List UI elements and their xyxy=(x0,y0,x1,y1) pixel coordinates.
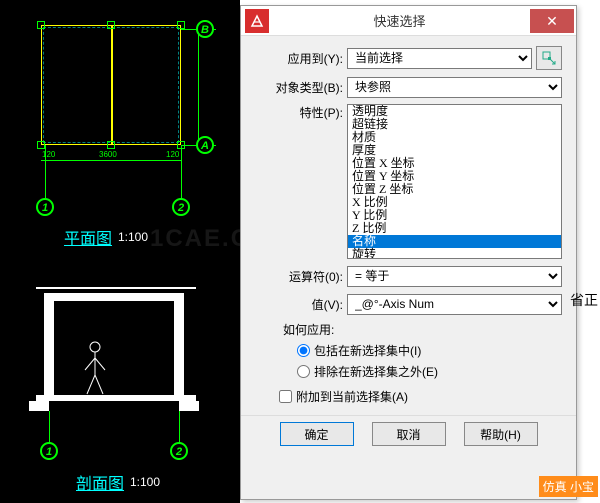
apply-to-select[interactable]: 当前选择 xyxy=(347,48,532,69)
radio-exclude-label: 排除在新选择集之外(E) xyxy=(314,363,438,380)
value-select[interactable]: _@°-Axis Num xyxy=(347,294,562,315)
value-label: 值(V): xyxy=(255,296,347,313)
axis-label-a: A xyxy=(196,136,214,154)
append-checkbox[interactable] xyxy=(279,390,292,403)
cancel-button[interactable]: 取消 xyxy=(372,422,446,446)
app-icon xyxy=(245,9,269,33)
pick-objects-button[interactable] xyxy=(536,46,562,70)
watermark: 1CAE.C xyxy=(150,225,250,253)
axis-label-s2: 2 xyxy=(170,442,188,460)
section-scale: 1:100 xyxy=(130,475,160,489)
append-label: 附加到当前选择集(A) xyxy=(296,388,408,405)
plan-title: 平面图 xyxy=(64,225,112,249)
obj-type-select[interactable]: 块参照 xyxy=(347,77,562,98)
axis-label-b: B xyxy=(196,20,214,38)
how-apply-label: 如何应用: xyxy=(283,321,562,338)
section-title: 剖面图 xyxy=(76,470,124,494)
help-button[interactable]: 帮助(H) xyxy=(464,422,538,446)
corner-badge: 仿真 小宝 xyxy=(539,476,598,497)
obj-type-label: 对象类型(B): xyxy=(255,79,347,96)
close-button[interactable]: ✕ xyxy=(530,9,574,33)
figure-icon xyxy=(81,340,109,395)
property-item[interactable]: 超链接 xyxy=(348,118,561,131)
property-item[interactable]: 名称 xyxy=(348,235,561,248)
property-list[interactable]: 透明度超链接材质厚度位置 X 坐标位置 Y 坐标位置 Z 坐标X 比例Y 比例Z… xyxy=(347,104,562,259)
property-item[interactable]: 材质 xyxy=(348,131,561,144)
property-item[interactable]: 旋转 xyxy=(348,248,561,259)
quick-select-dialog: 快速选择 ✕ 应用到(Y): 当前选择 对象类型(B): 块参照 特性(P): … xyxy=(240,5,577,500)
axis-label-2: 2 xyxy=(172,198,190,216)
section-view xyxy=(26,285,216,450)
operator-select[interactable]: = 等于 xyxy=(347,266,562,287)
plan-view: 3600 120 120 xyxy=(26,20,216,175)
radio-include[interactable] xyxy=(297,344,310,357)
property-label: 特性(P): xyxy=(255,104,347,121)
plan-scale: 1:100 xyxy=(118,230,148,244)
ok-button[interactable]: 确定 xyxy=(280,422,354,446)
axis-label-s1: 1 xyxy=(40,442,58,460)
property-item[interactable]: Z 比例 xyxy=(348,222,561,235)
cad-canvas: 1CAE.C 3600 120 120 B A 1 2 平面图 1:100 xyxy=(0,0,240,503)
axis-label-1: 1 xyxy=(36,198,54,216)
radio-exclude[interactable] xyxy=(297,365,310,378)
titlebar[interactable]: 快速选择 ✕ xyxy=(241,6,576,36)
dialog-title: 快速选择 xyxy=(269,11,530,30)
apply-to-label: 应用到(Y): xyxy=(255,50,347,67)
operator-label: 运算符(0): xyxy=(255,268,347,285)
side-text: 省正 xyxy=(570,290,598,310)
radio-include-label: 包括在新选择集中(I) xyxy=(314,342,421,359)
